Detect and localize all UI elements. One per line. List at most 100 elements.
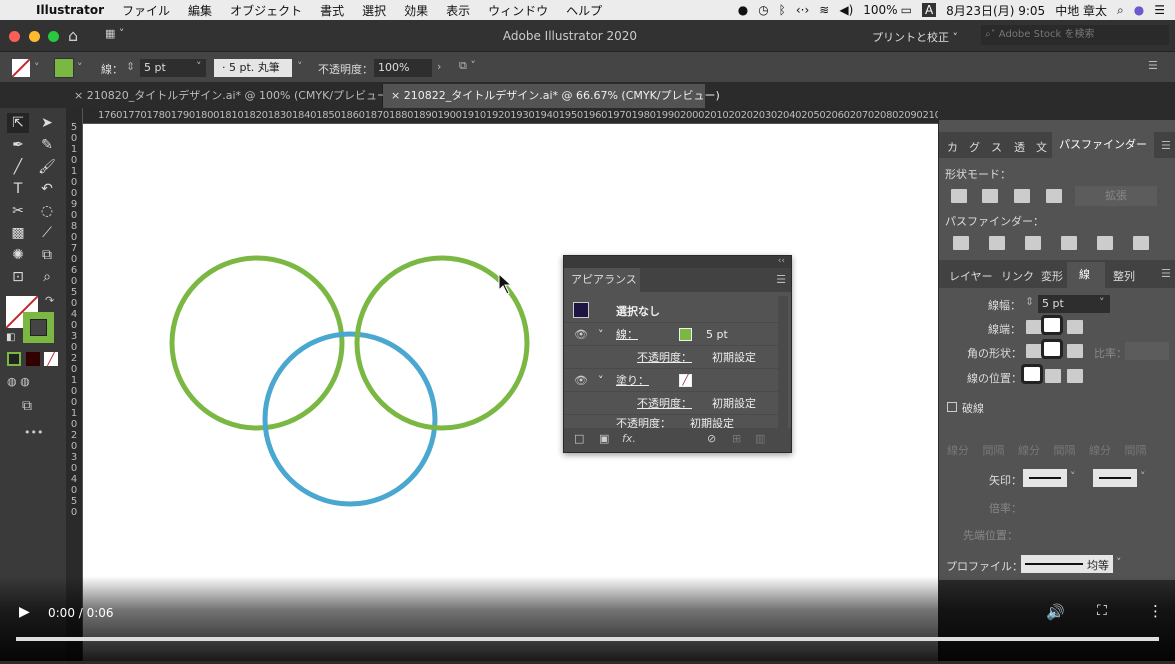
more-tools-icon[interactable]: ••• xyxy=(24,426,43,439)
gradient-mode-icon[interactable] xyxy=(26,352,40,366)
menu-edit[interactable]: 編集 xyxy=(188,2,212,19)
add-stroke-icon[interactable]: □ xyxy=(574,428,584,450)
opacity-arrow[interactable]: › xyxy=(437,60,441,73)
recolor-icon[interactable]: ⧉ ˅ xyxy=(459,59,476,73)
scissors-tool-icon[interactable]: ✂ xyxy=(7,201,29,221)
panel-menu-icon[interactable]: ☰ xyxy=(1161,267,1171,280)
clock[interactable]: 8月23日(月) 9:05 xyxy=(946,2,1045,19)
arrow-start-dropdown[interactable]: ˅ xyxy=(1070,470,1076,483)
stroke-opacity-row[interactable]: 不透明度： 初期設定 xyxy=(564,345,778,368)
default-colors-icon[interactable]: ◧ xyxy=(6,332,15,343)
eyedropper-tool-icon[interactable]: ⟋ xyxy=(36,223,58,243)
opacity-label[interactable]: 不透明度： xyxy=(637,346,692,369)
workspace-switcher[interactable]: プリントと校正 ˅ xyxy=(872,29,958,45)
profile-dropdown[interactable]: ˅ xyxy=(1116,556,1122,569)
tab-doc-2[interactable]: × 210822_タイトルデザイン.ai* @ 66.67% (CMYK/プレビ… xyxy=(383,84,720,108)
menu-object[interactable]: オブジェクト xyxy=(230,2,302,19)
battery-icon[interactable]: ▭ xyxy=(901,3,912,17)
zoom-tool-icon[interactable]: ⌕ xyxy=(36,267,58,287)
swap-colors-icon[interactable]: ↷ xyxy=(45,294,54,307)
arrow-end-dropdown[interactable]: ˅ xyxy=(1140,470,1146,483)
menu-view[interactable]: 表示 xyxy=(446,2,470,19)
video-progress-bar[interactable] xyxy=(16,637,1159,641)
menu-effect[interactable]: 効果 xyxy=(404,2,428,19)
bevel-join-icon[interactable] xyxy=(1067,344,1083,358)
fx-button[interactable]: fx. xyxy=(622,428,636,450)
screen-mode-icon[interactable]: ⧉ xyxy=(22,398,32,414)
intersect-icon[interactable] xyxy=(1014,189,1030,203)
tab-layers[interactable]: レイヤー xyxy=(949,268,993,284)
tab-swatches[interactable]: ス xyxy=(991,139,1002,155)
profile-select[interactable]: 均等 xyxy=(1021,555,1113,573)
tab-gradient[interactable]: グ xyxy=(969,139,980,155)
tab-links[interactable]: リンク xyxy=(1001,268,1034,284)
fullscreen-icon[interactable]: ⛶ xyxy=(1097,603,1107,619)
trash-icon[interactable]: ▥ xyxy=(755,428,765,450)
collapse-icon[interactable]: ‹‹ xyxy=(778,256,785,266)
time-machine-icon[interactable]: ◷ xyxy=(758,3,768,17)
weight-stepper[interactable]: ⇕ xyxy=(1025,295,1034,308)
expand-chevron-icon[interactable]: ˅ xyxy=(598,323,604,346)
pen-tool-icon[interactable]: ✒ xyxy=(7,135,29,155)
scrollbar[interactable] xyxy=(778,296,788,428)
opacity-label[interactable]: 不透明度： xyxy=(637,392,692,415)
panel-menu-icon[interactable]: ☰ xyxy=(1161,139,1171,152)
lasso-tool-icon[interactable]: ◌ xyxy=(36,201,58,221)
clear-appearance-icon[interactable]: ⊘ xyxy=(707,428,716,450)
minus-front-icon[interactable] xyxy=(982,189,998,203)
fill-opacity-row[interactable]: 不透明度： 初期設定 xyxy=(564,391,778,414)
minus-back-icon[interactable] xyxy=(1133,236,1149,250)
arrow-end-select[interactable] xyxy=(1093,469,1137,487)
exclude-icon[interactable] xyxy=(1046,189,1062,203)
tab-stroke[interactable]: 線 xyxy=(1067,262,1105,288)
siri-icon[interactable]: ● xyxy=(1134,3,1144,17)
object-opacity-row[interactable]: 不透明度： 初期設定 xyxy=(564,414,778,428)
trim-icon[interactable] xyxy=(989,236,1005,250)
volume-icon[interactable]: ◀) xyxy=(839,3,853,17)
stroke-swatch[interactable] xyxy=(54,58,74,78)
eye-icon[interactable]: 👁 xyxy=(574,323,588,346)
duplicate-icon[interactable]: ⊞ xyxy=(732,428,741,450)
curvature-tool-icon[interactable]: ✎ xyxy=(36,135,58,155)
opacity-input[interactable]: 100% xyxy=(374,59,432,77)
tab-appearance[interactable]: アピアランス xyxy=(564,268,640,292)
brush-tool-icon[interactable]: 🖌 xyxy=(36,157,58,177)
fill-dropdown[interactable]: ˅ xyxy=(34,61,40,74)
ratio-input[interactable] xyxy=(1125,342,1169,360)
tab-pathfinder[interactable]: パスファインダー xyxy=(1052,132,1154,158)
none-mode-icon[interactable]: ╱ xyxy=(44,352,58,366)
line-icon[interactable]: ● xyxy=(738,3,748,17)
weight-dropdown[interactable]: ˅ xyxy=(1099,296,1105,309)
panel-menu-icon[interactable]: ☰ xyxy=(1148,59,1158,72)
align-inside-icon[interactable] xyxy=(1045,369,1061,383)
menu-select[interactable]: 選択 xyxy=(362,2,386,19)
code-icon[interactable]: ‹·› xyxy=(796,3,809,17)
opacity-label[interactable]: 不透明度： xyxy=(616,415,671,428)
color-mode-icon[interactable] xyxy=(7,352,21,366)
bluetooth-icon[interactable]: ᛒ xyxy=(779,3,786,17)
line-tool-icon[interactable]: ╱ xyxy=(7,157,29,177)
fill-none-chip[interactable]: ╱ xyxy=(679,374,692,387)
divide-icon[interactable] xyxy=(953,236,969,250)
stroke-weight[interactable]: 5 pt xyxy=(706,323,728,346)
tab-color[interactable]: カ xyxy=(947,139,958,155)
brush-dropdown[interactable]: ˅ xyxy=(297,60,303,73)
rotate-tool-icon[interactable]: ↶ xyxy=(36,179,58,199)
tab-align[interactable]: 整列 xyxy=(1113,268,1135,284)
opacity-label[interactable]: 不透明度： xyxy=(318,61,373,77)
menu-window[interactable]: ウィンドウ xyxy=(488,2,548,19)
stroke-label[interactable]: 線： xyxy=(616,323,638,346)
menu-file[interactable]: ファイル xyxy=(122,2,170,19)
tab-character[interactable]: 文 xyxy=(1036,139,1047,155)
draw-normal-icon[interactable]: ◍ ◍ xyxy=(7,375,30,388)
selection-tool-icon[interactable]: ⇱ xyxy=(7,113,29,133)
stroke-stepper[interactable]: ⇕ xyxy=(126,60,135,73)
align-outside-icon[interactable] xyxy=(1067,369,1083,383)
puppet-warp-tool-icon[interactable]: ✺ xyxy=(7,245,29,265)
spotlight-icon[interactable]: ⌕ xyxy=(1117,3,1124,18)
tab-doc-1[interactable]: × 210820_タイトルデザイン.ai* @ 100% (CMYK/プレビュー… xyxy=(66,84,392,108)
fill-label[interactable]: 塗り： xyxy=(616,369,649,392)
fill-swatch[interactable] xyxy=(12,59,30,77)
add-fill-icon[interactable]: ▣ xyxy=(599,428,609,450)
wifi-icon[interactable]: ≋ xyxy=(819,3,829,17)
